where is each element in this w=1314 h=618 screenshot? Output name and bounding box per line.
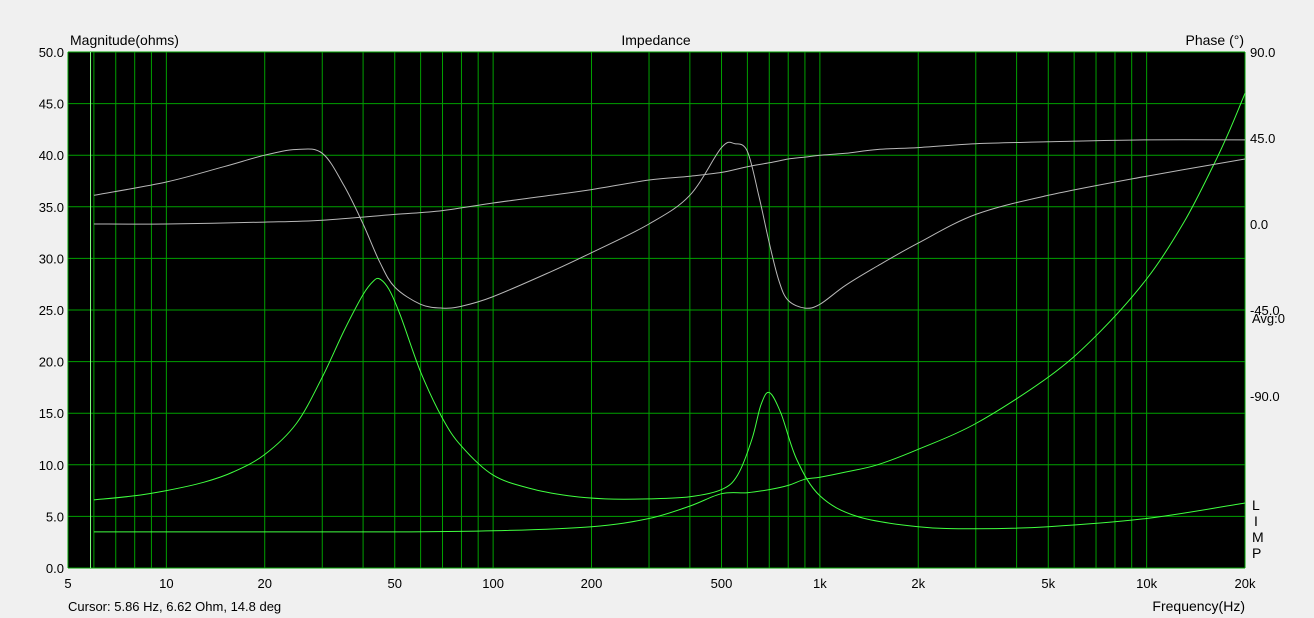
x-tick-label: 50 — [388, 576, 402, 591]
y-left-tick-label: 25.0 — [39, 303, 64, 318]
y-left-tick-label: 5.0 — [46, 509, 64, 524]
legend-letter-m[interactable]: M — [1252, 529, 1264, 545]
chart-title: Impedance — [621, 32, 690, 48]
y-axis-right-label: Phase (°) — [1185, 32, 1244, 48]
y-left-tick-label: 10.0 — [39, 458, 64, 473]
x-tick-label: 20 — [257, 576, 271, 591]
x-tick-label: 2k — [911, 576, 925, 591]
x-axis-label: Frequency(Hz) — [1152, 598, 1245, 614]
y-left-tick-label: 35.0 — [39, 200, 64, 215]
y-left-tick-label: 20.0 — [39, 355, 64, 370]
y-right-tick-label: 45.0 — [1250, 131, 1275, 146]
y-left-tick-label: 40.0 — [39, 148, 64, 163]
x-tick-label: 5 — [64, 576, 71, 591]
x-tick-label: 200 — [581, 576, 603, 591]
y-right-tick-label: 90.0 — [1250, 45, 1275, 60]
y-right-tick-label: -90.0 — [1250, 389, 1280, 404]
y-left-tick-label: 30.0 — [39, 251, 64, 266]
y-left-tick-label: 0.0 — [46, 561, 64, 576]
y-left-tick-label: 15.0 — [39, 406, 64, 421]
y-left-tick-label: 45.0 — [39, 97, 64, 112]
x-tick-label: 5k — [1041, 576, 1055, 591]
x-tick-label: 10 — [159, 576, 173, 591]
x-tick-label: 10k — [1136, 576, 1157, 591]
impedance-chart: 5 10 20 50 100 200 500 1k 2k 5k 10k 20k 0.0 5.0 10.0 15… — [39, 32, 1285, 614]
y-left-tick-label: 50.0 — [39, 45, 64, 60]
legend-letter-i[interactable]: I — [1254, 513, 1258, 529]
y-axis-left-label: Magnitude(ohms) — [70, 32, 179, 48]
cursor-readout: Cursor: 5.86 Hz, 6.62 Ohm, 14.8 deg — [68, 599, 281, 614]
x-tick-label: 100 — [482, 576, 504, 591]
avg-label: Avg:0 — [1252, 311, 1285, 326]
legend-letter-p[interactable]: P — [1252, 545, 1261, 561]
x-tick-label: 20k — [1235, 576, 1256, 591]
legend-letter-l[interactable]: L — [1252, 497, 1260, 513]
x-tick-label: 500 — [711, 576, 733, 591]
y-right-tick-label: 0.0 — [1250, 217, 1268, 232]
x-tick-label: 1k — [813, 576, 827, 591]
